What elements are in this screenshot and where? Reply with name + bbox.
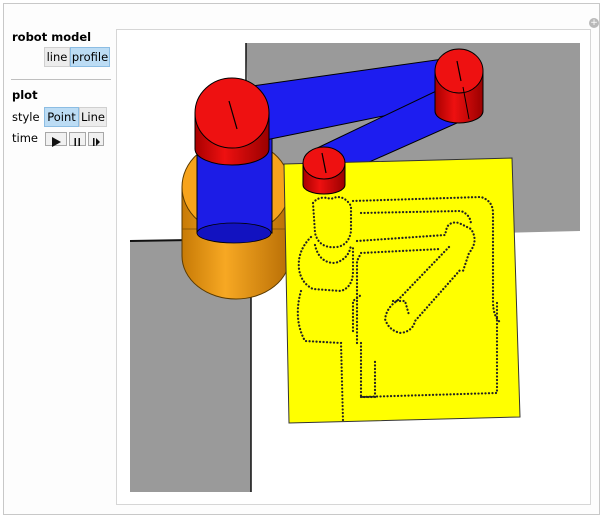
style-label: style: [12, 110, 40, 124]
style-point-button[interactable]: Point: [44, 107, 79, 127]
drawing-paper: [283, 157, 521, 424]
divider: [11, 79, 111, 80]
plot-heading: plot: [12, 88, 38, 102]
play-button[interactable]: [45, 132, 67, 147]
robot-scene: [129, 43, 580, 492]
pause-icon: [74, 138, 80, 146]
step-to-end-button[interactable]: [88, 132, 104, 146]
robot-model-heading: robot model: [12, 30, 92, 44]
add-icon[interactable]: +: [589, 18, 599, 28]
pause-button[interactable]: [69, 132, 86, 146]
step-to-end-icon: [93, 138, 100, 146]
robot-joint-wrist: [302, 146, 346, 195]
robot-3d-view[interactable]: [116, 29, 591, 505]
style-line-button[interactable]: Line: [79, 107, 107, 127]
robot-joint-shoulder: [194, 77, 270, 166]
time-label: time: [12, 131, 38, 145]
robot-model-profile-button[interactable]: profile: [70, 47, 110, 67]
robot-joint-elbow: [434, 48, 484, 124]
play-icon: [52, 137, 61, 147]
robot-model-line-button[interactable]: line: [44, 47, 70, 67]
